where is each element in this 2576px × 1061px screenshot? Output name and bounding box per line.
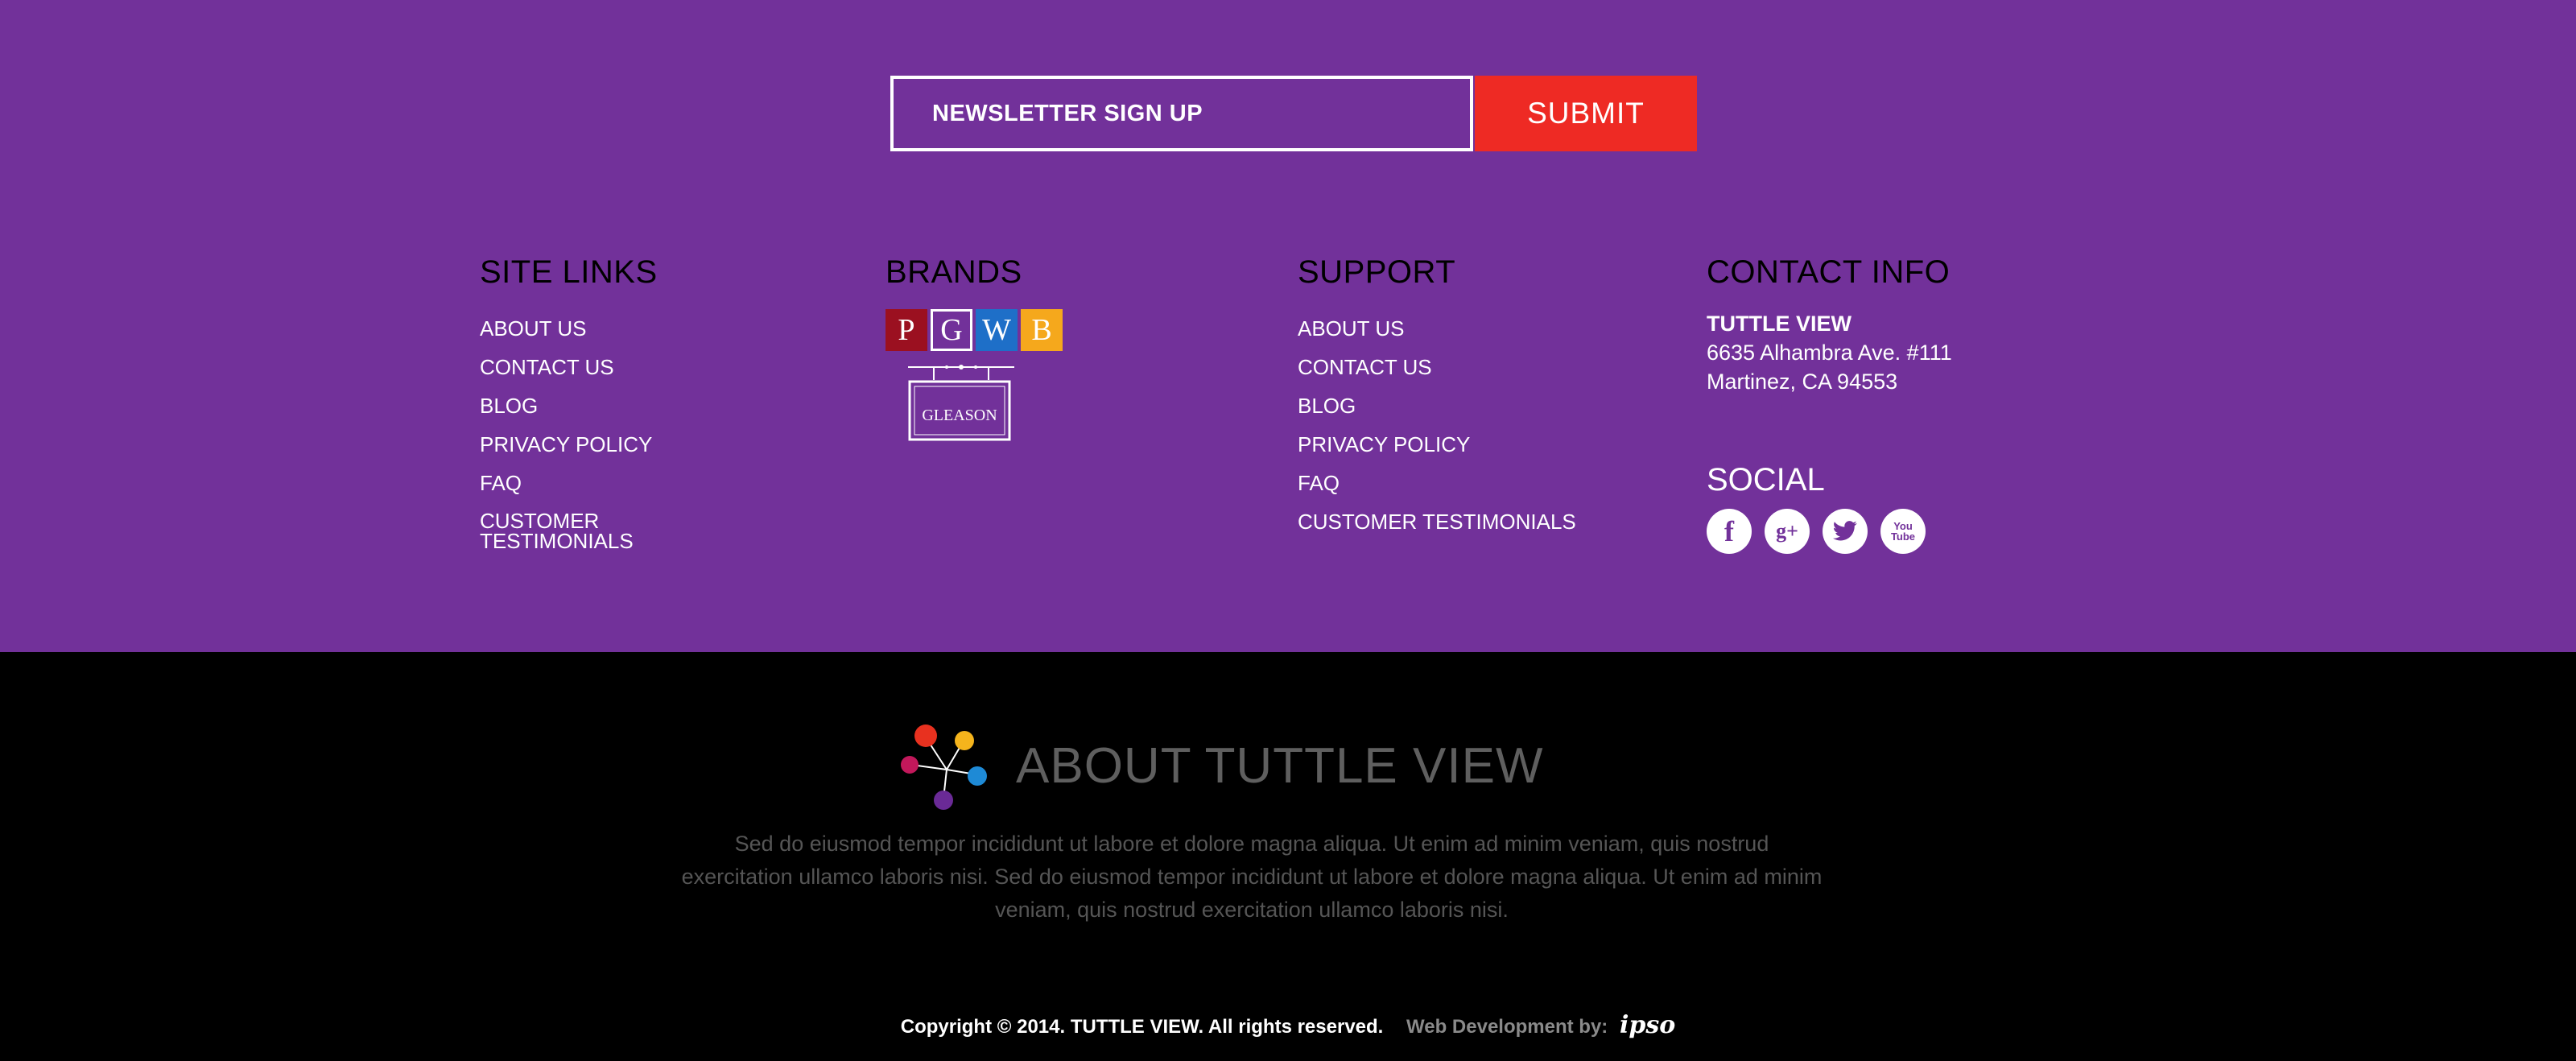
support-link-about[interactable]: ABOUT US xyxy=(1298,309,1576,348)
support-link-faq[interactable]: FAQ xyxy=(1298,464,1576,502)
support-link-faq-label[interactable]: FAQ xyxy=(1298,471,1340,495)
contact-address-line2: Martinez, CA 94553 xyxy=(1707,369,1898,394)
google-plus-icon[interactable]: g+ xyxy=(1765,509,1810,554)
support-heading: SUPPORT xyxy=(1298,254,1456,290)
support-link-privacy-label[interactable]: PRIVACY POLICY xyxy=(1298,432,1470,456)
contact-heading: CONTACT INFO xyxy=(1707,254,1951,290)
social-heading: SOCIAL xyxy=(1707,462,1825,497)
twitter-bird-icon xyxy=(1832,521,1857,541)
brands-heading: BRANDS xyxy=(886,254,1022,290)
brand-tiles-row: P G W B xyxy=(886,309,1063,351)
site-link-privacy[interactable]: PRIVACY POLICY xyxy=(480,425,721,464)
site-link-contact-label[interactable]: CONTACT US xyxy=(480,355,614,379)
site-link-faq-label[interactable]: FAQ xyxy=(480,471,522,495)
ipso-logo-link[interactable]: ipso xyxy=(1620,1011,1675,1039)
brand-b-logo[interactable]: B xyxy=(1021,309,1063,351)
gleason-logo-text: GLEASON xyxy=(922,407,997,424)
site-links-list: ABOUT US CONTACT US BLOG PRIVACY POLICY … xyxy=(480,309,721,551)
support-link-blog-label[interactable]: BLOG xyxy=(1298,394,1356,418)
support-link-privacy[interactable]: PRIVACY POLICY xyxy=(1298,425,1576,464)
support-link-testimonials[interactable]: CUSTOMER TESTIMONIALS xyxy=(1298,502,1576,541)
site-link-testimonials-label[interactable]: CUSTOMER TESTIMONIALS xyxy=(480,509,634,553)
gleason-brand-logo[interactable]: GLEASON xyxy=(906,361,1016,444)
site-link-about-label[interactable]: ABOUT US xyxy=(480,316,586,341)
copyright-bar: Copyright © 2014. TUTTLE VIEW. All right… xyxy=(0,1011,2576,1042)
social-icons-row: f g+ You Tube xyxy=(1707,509,1952,554)
newsletter-submit-button[interactable]: SUBMIT xyxy=(1475,76,1697,151)
flower-logo-icon xyxy=(901,725,987,810)
site-links-column: SITE LINKS ABOUT US CONTACT US BLOG PRIV… xyxy=(480,251,721,551)
site-link-faq[interactable]: FAQ xyxy=(480,464,721,502)
site-link-contact[interactable]: CONTACT US xyxy=(480,348,721,386)
support-links-list: ABOUT US CONTACT US BLOG PRIVACY POLICY … xyxy=(1298,309,1576,541)
brand-p-logo[interactable]: P xyxy=(886,309,927,351)
support-link-testimonials-label[interactable]: CUSTOMER TESTIMONIALS xyxy=(1298,510,1576,534)
support-column: SUPPORT ABOUT US CONTACT US BLOG PRIVACY… xyxy=(1298,251,1576,541)
contact-address-line1: 6635 Alhambra Ave. #111 xyxy=(1707,341,1952,365)
newsletter-email-input[interactable] xyxy=(890,76,1473,151)
copyright-text: Copyright © 2014. TUTTLE VIEW. All right… xyxy=(900,1016,1384,1038)
brand-w-logo[interactable]: W xyxy=(976,309,1018,351)
youtube-icon[interactable]: You Tube xyxy=(1880,509,1926,554)
support-link-contact[interactable]: CONTACT US xyxy=(1298,348,1576,386)
about-heading: ABOUT TUTTLE VIEW xyxy=(1016,738,1544,794)
site-link-testimonials[interactable]: CUSTOMER TESTIMONIALS xyxy=(480,502,641,551)
twitter-icon[interactable] xyxy=(1823,509,1868,554)
support-link-contact-label[interactable]: CONTACT US xyxy=(1298,355,1432,379)
web-dev-label: Web Development by: xyxy=(1406,1016,1608,1038)
site-link-blog-label[interactable]: BLOG xyxy=(480,394,538,418)
gleason-sign-icon: GLEASON xyxy=(908,365,1014,441)
about-description: Sed do eiusmod tempor incididunt ut labo… xyxy=(681,832,1823,922)
brand-g-logo[interactable]: G xyxy=(931,309,972,351)
facebook-icon[interactable]: f xyxy=(1707,509,1752,554)
contact-company-name: TUTTLE VIEW xyxy=(1707,312,1852,336)
site-links-heading: SITE LINKS xyxy=(480,254,658,290)
tuttle-view-logo xyxy=(898,721,995,811)
site-link-about[interactable]: ABOUT US xyxy=(480,309,721,348)
support-link-blog[interactable]: BLOG xyxy=(1298,386,1576,425)
support-link-about-label[interactable]: ABOUT US xyxy=(1298,316,1404,341)
site-link-privacy-label[interactable]: PRIVACY POLICY xyxy=(480,432,652,456)
site-link-blog[interactable]: BLOG xyxy=(480,386,721,425)
brands-column: BRANDS P G W B GLEASON xyxy=(886,251,1063,444)
contact-column: CONTACT INFO TUTTLE VIEW 6635 Alhambra A… xyxy=(1707,251,1952,554)
